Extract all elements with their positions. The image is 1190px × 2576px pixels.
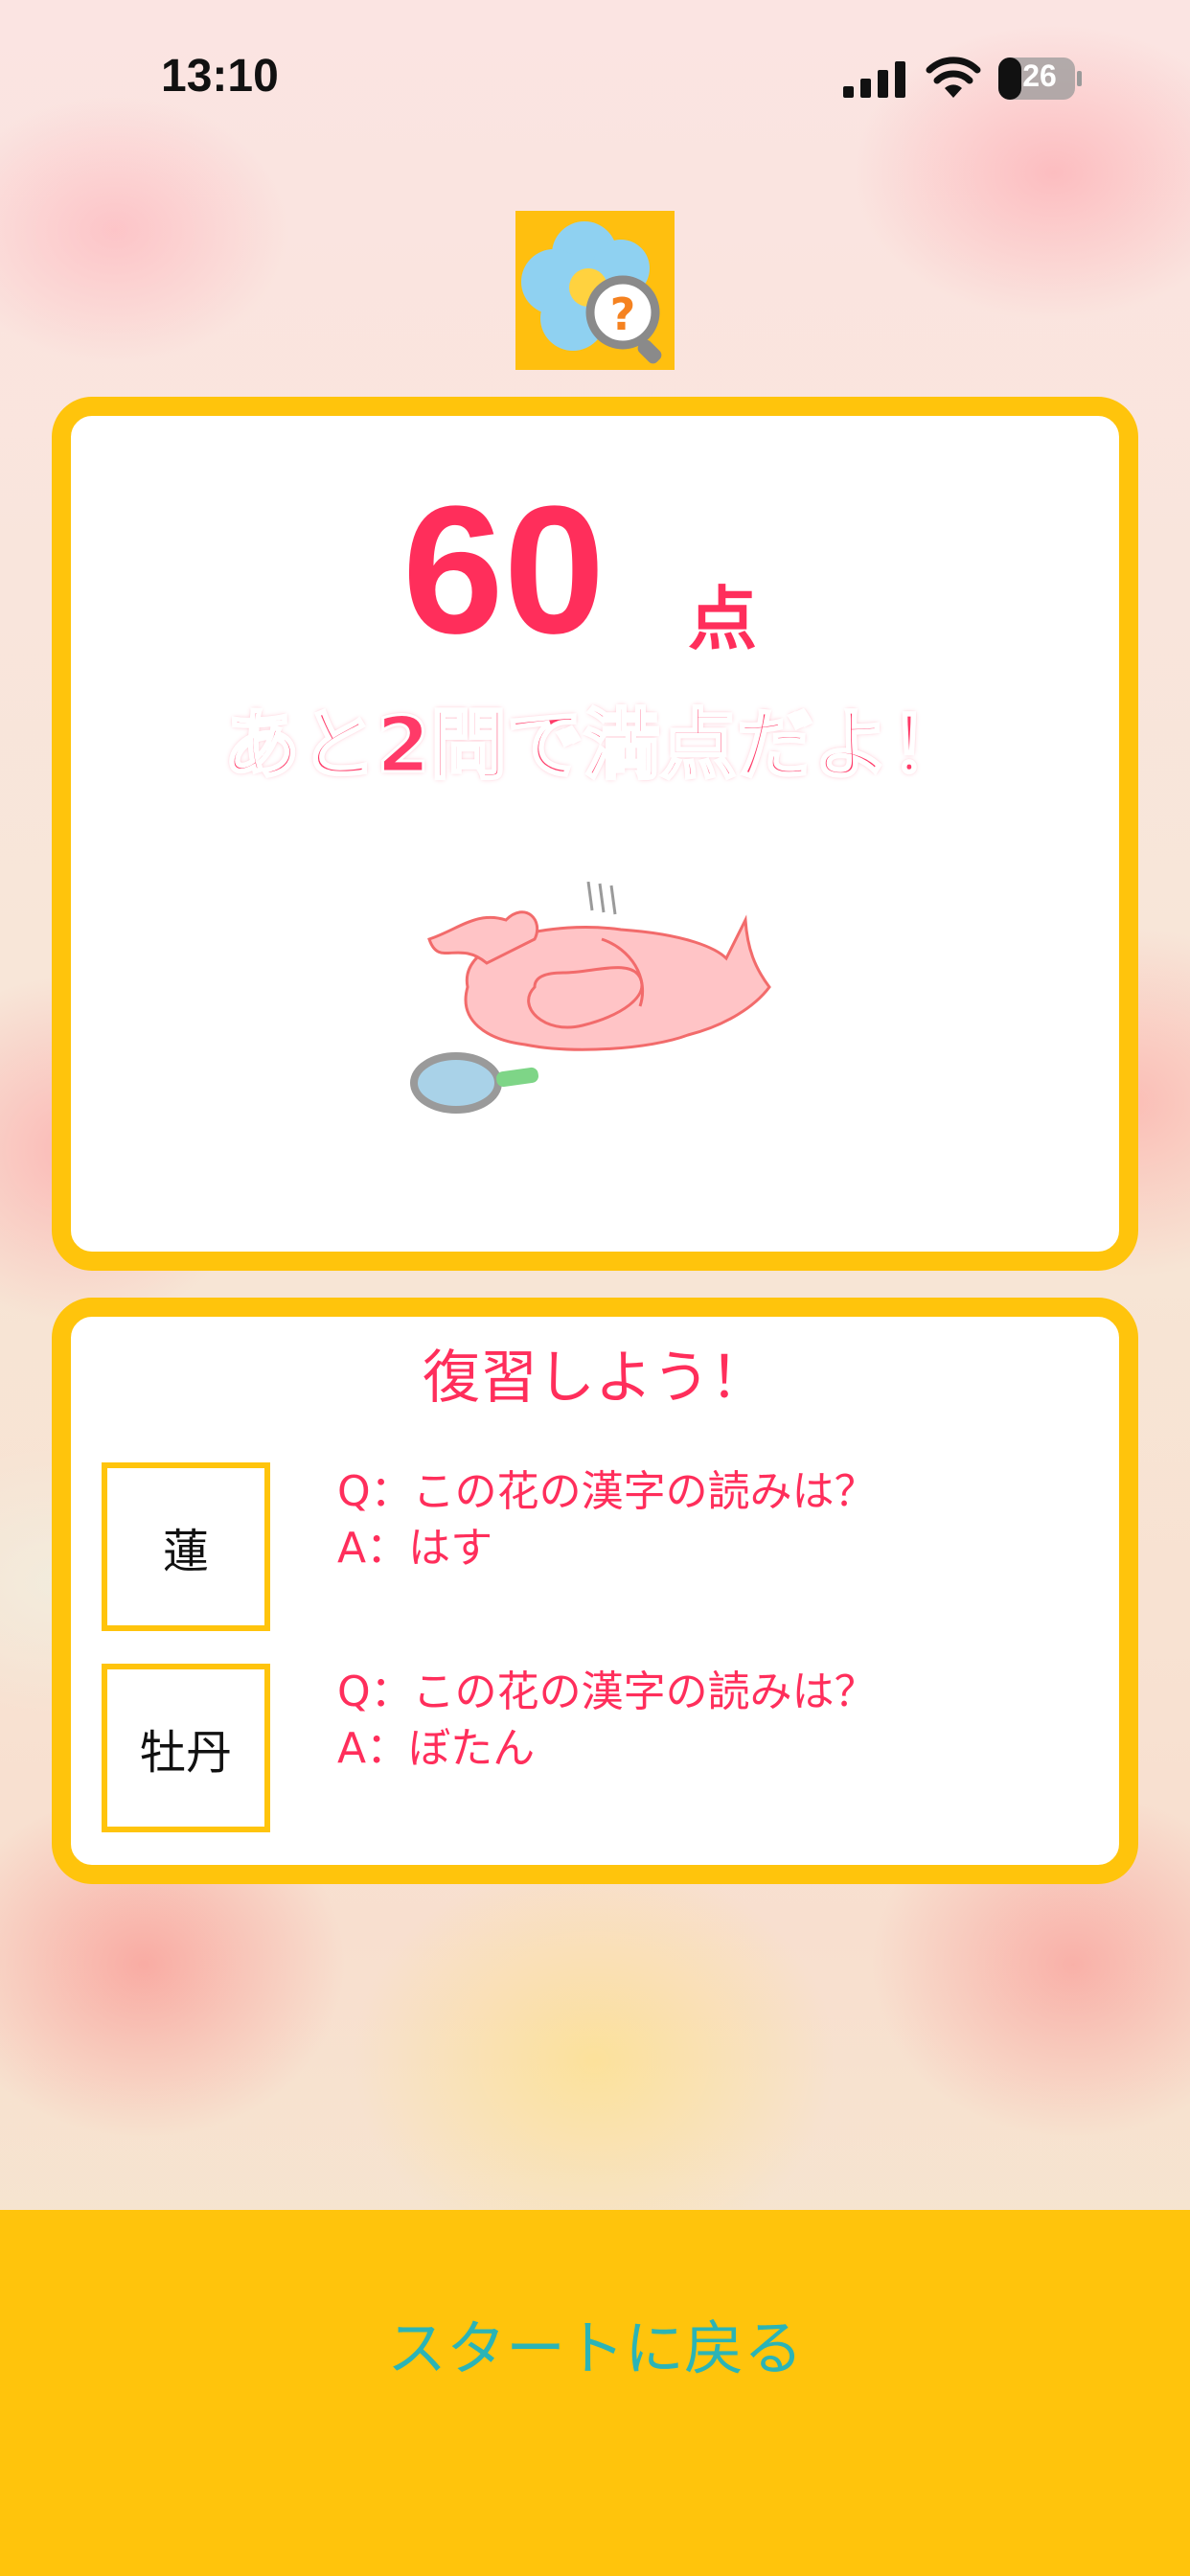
review-question: Q：この花の漢字の読みは？ [337, 1668, 877, 1716]
kanji-box: 蓮 [102, 1462, 270, 1631]
review-answer: A：はす [337, 1524, 493, 1573]
kanji-box: 牡丹 [102, 1664, 270, 1832]
app-logo-icon: ? [515, 211, 675, 370]
result-message: あと2問で満点だよ！ [222, 701, 969, 790]
review-answer: A：ぼたん [337, 1724, 536, 1773]
score-unit: 点 [688, 579, 758, 659]
score-value: 60 [402, 469, 606, 672]
back-to-start-button[interactable]: スタートに戻る [0, 2290, 1190, 2396]
sleeping-character-illustration [410, 882, 771, 1114]
svg-text:?: ? [610, 288, 636, 340]
review-title: 復習しよう！ [423, 1345, 767, 1412]
battery-level: 26 [1022, 58, 1057, 93]
signal-icon [843, 61, 905, 98]
status-bar: 13:10 26 [0, 0, 1190, 153]
review-question: Q：この花の漢字の読みは？ [337, 1467, 877, 1516]
status-time: 13:10 [161, 51, 279, 102]
wifi-icon [926, 57, 981, 98]
